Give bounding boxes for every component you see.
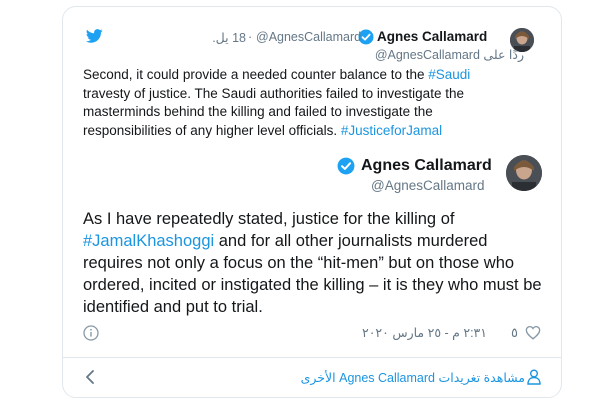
reply-prefix: ردًا على xyxy=(483,48,524,62)
hashtag-link[interactable]: #JusticeforJamal xyxy=(341,123,442,138)
dot-separator: · xyxy=(248,30,253,44)
quoted-tweet-text: Second, it could provide a needed counte… xyxy=(83,66,513,140)
hashtag-link[interactable]: #JamalKhashoggi xyxy=(83,232,214,250)
tweet-timestamp[interactable]: ٢:٣١ م - ٢٥ مارس ٢٠٢٠ xyxy=(327,325,487,340)
more-tweets-link[interactable]: مشاهدة تغريدات Agnes Callamard الأخرى xyxy=(293,370,525,385)
hashtag-link[interactable]: #Saudi xyxy=(428,67,470,82)
footer-divider xyxy=(63,357,561,358)
quoted-author-name[interactable]: Agnes Callamard xyxy=(377,29,487,44)
like-count: ٥ xyxy=(511,325,518,340)
quoted-handle[interactable]: @AgnesCallamard xyxy=(256,30,361,44)
main-handle[interactable]: @AgnesCallamard xyxy=(371,178,485,193)
person-icon xyxy=(527,369,541,390)
twitter-bird-icon[interactable] xyxy=(85,29,103,48)
quoted-time[interactable]: 18 يل. xyxy=(212,30,246,45)
embedded-tweet-card: Agnes Callamard @AgnesCallamard · 18 يل.… xyxy=(62,6,562,398)
main-tweet-text: As I have repeatedly stated, justice for… xyxy=(83,208,545,318)
info-icon[interactable] xyxy=(83,325,99,346)
main-text-part: As I have repeatedly stated, justice for… xyxy=(83,210,455,228)
quoted-text-part: Second, it could provide a needed counte… xyxy=(83,67,429,82)
reply-to-handle[interactable]: @AgnesCallamard xyxy=(375,48,480,62)
main-author-avatar[interactable] xyxy=(506,155,542,191)
heart-icon[interactable] xyxy=(525,325,541,345)
reply-context: ردًا على @AgnesCallamard xyxy=(294,47,524,62)
main-author-name[interactable]: Agnes Callamard xyxy=(361,157,492,175)
verified-badge-icon xyxy=(337,157,355,180)
chevron-left-icon[interactable] xyxy=(85,369,95,390)
